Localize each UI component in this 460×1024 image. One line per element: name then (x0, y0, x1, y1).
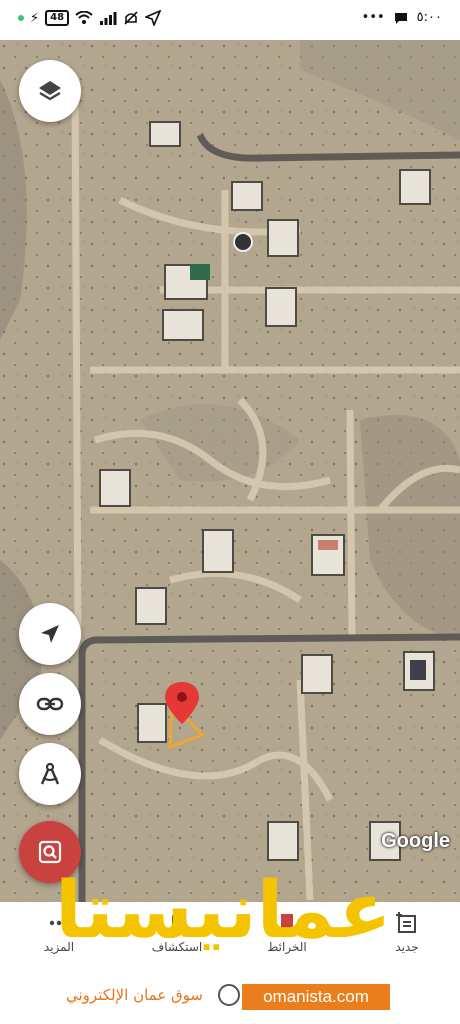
recording-dot (18, 15, 24, 21)
location-arrow-icon (41, 625, 59, 643)
site-url-badge: omanista.com (242, 984, 390, 1010)
charging-icon: ⚡ (30, 10, 40, 26)
google-attribution: Google (381, 830, 450, 852)
site-tagline: سوق عمان الإلكتروني (66, 986, 203, 1004)
status-left: ⚡ 48 (18, 10, 162, 26)
more-status-dots: ••• (361, 10, 385, 25)
muted-icon (124, 11, 138, 25)
chat-bubble-icon (394, 12, 407, 24)
add-note-icon (396, 912, 416, 933)
wifi-icon (75, 11, 93, 24)
measure-button[interactable] (19, 743, 81, 805)
navigation-status-icon (145, 10, 162, 26)
layers-icon (39, 81, 61, 101)
brand-watermark: عمانيستا (55, 866, 393, 956)
satellite-map[interactable] (0, 40, 460, 902)
signal-icon (100, 12, 117, 25)
share-link-button[interactable] (19, 673, 81, 735)
clock: ٥:٠٠ (416, 10, 442, 25)
layers-button[interactable] (19, 60, 81, 122)
link-icon (36, 697, 64, 711)
home-button-icon[interactable] (218, 984, 240, 1006)
battery-indicator: 48 (45, 10, 70, 26)
search-area-icon (38, 840, 62, 864)
my-location-button[interactable] (19, 603, 81, 665)
compass-measure-icon (40, 762, 60, 785)
status-bar: ⚡ 48 ••• ٥:٠٠ (0, 0, 460, 40)
nav-new-label: جديد (395, 940, 419, 954)
status-right: ••• ٥:٠٠ (362, 10, 442, 25)
